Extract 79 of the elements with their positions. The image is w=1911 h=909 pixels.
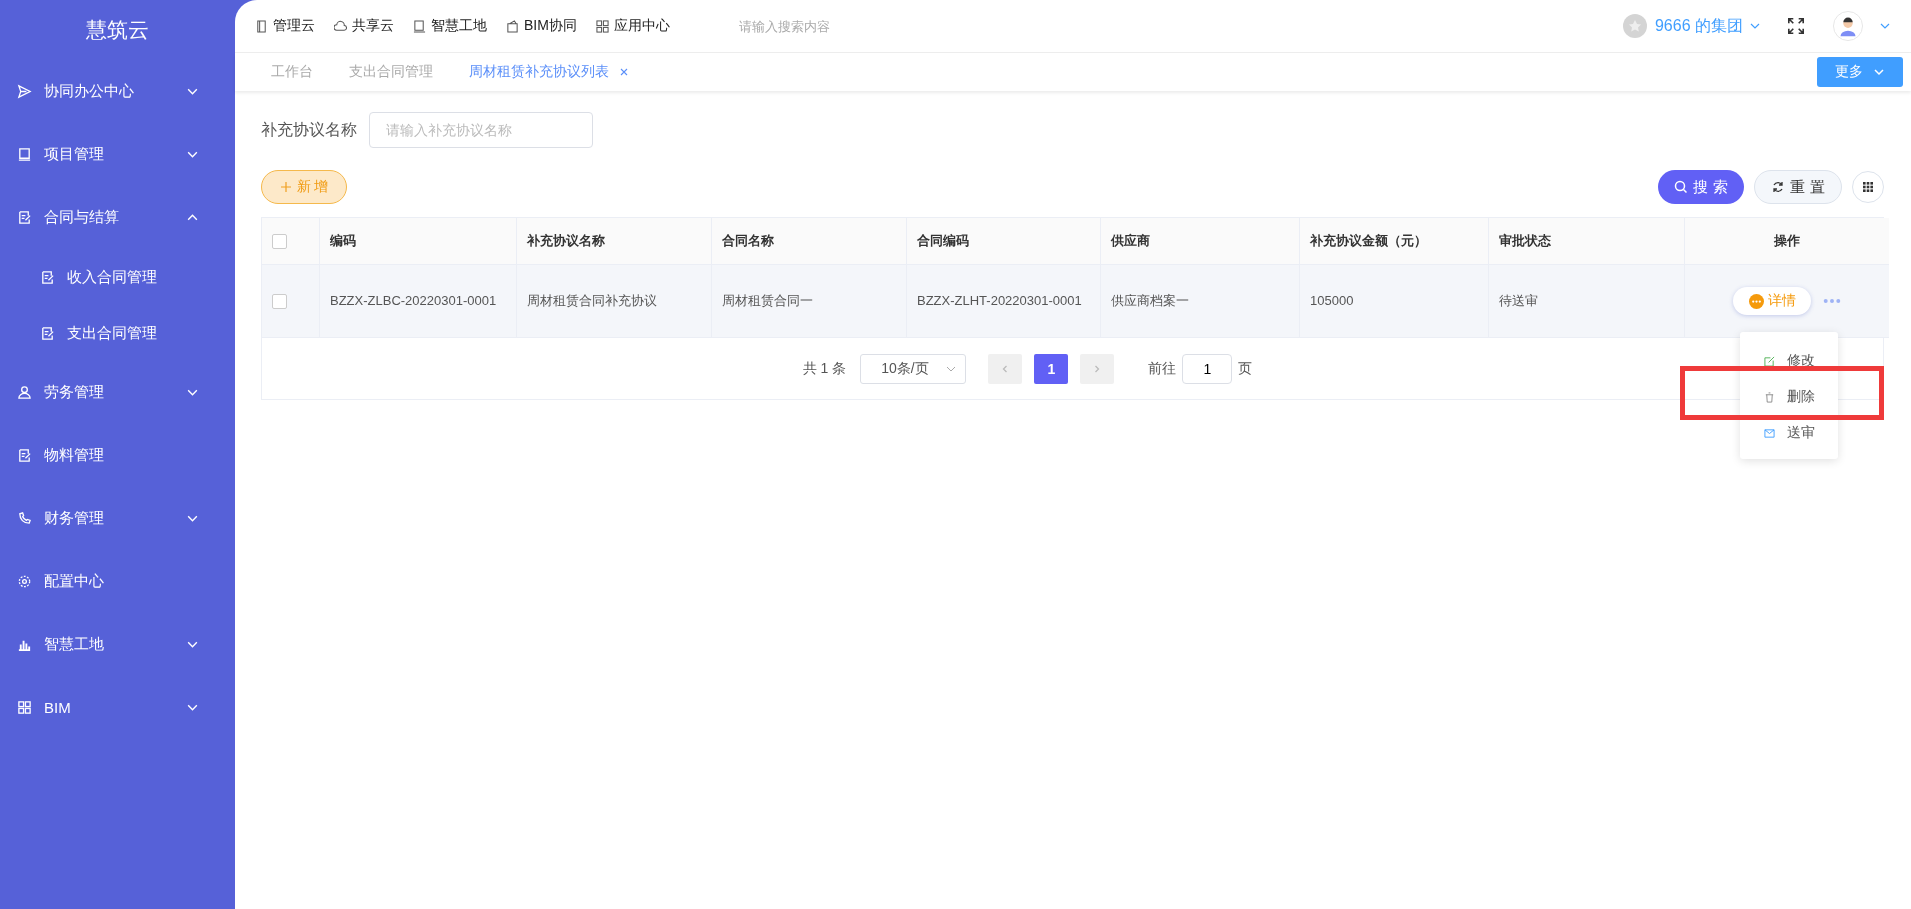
total-count: 共 1 条 (802, 359, 847, 378)
more-button[interactable]: 更多 (1817, 57, 1903, 87)
checkbox[interactable] (272, 234, 287, 250)
sidebar-item[interactable]: 劳务管理 (0, 361, 235, 424)
refresh-icon (1771, 180, 1786, 194)
badge-icon (1622, 14, 1647, 38)
edit-icon (1764, 355, 1775, 367)
sidebar-item[interactable]: 配置中心 (0, 550, 235, 613)
table-cell: BZZX-ZLHT-20220301-0001 (917, 293, 1082, 308)
close-icon[interactable] (619, 67, 629, 77)
column-header: 编码 (330, 233, 356, 248)
sidebar-subitem[interactable]: 收入合同管理 (0, 249, 235, 305)
sidebar-item[interactable]: 项目管理 (0, 123, 235, 186)
document-icon (40, 325, 55, 341)
page-input[interactable]: 1 (1182, 353, 1233, 384)
document-icon (40, 269, 55, 285)
table-cell: 周材租赁合同一 (722, 293, 813, 308)
page-suffix: 页 (1238, 359, 1253, 378)
menu-item[interactable]: 送审 (1740, 415, 1838, 451)
nav-icon (506, 19, 519, 33)
sidebar-item[interactable]: 智慧工地 (0, 613, 235, 676)
column-header: 合同编码 (917, 233, 969, 248)
table-cell: 105000 (1310, 293, 1354, 308)
sidebar-subitem[interactable]: 支出合同管理 (0, 305, 235, 361)
menu-item[interactable]: 删除 (1740, 379, 1838, 415)
input-field[interactable]: 请输入补充协议名称 (369, 112, 593, 148)
sidebar-item[interactable]: 物料管理 (0, 424, 235, 487)
doc-icon (17, 448, 32, 463)
tab[interactable]: 周材租赁补充协议列表 (451, 63, 647, 81)
reset-button[interactable]: 重 置 (1754, 170, 1842, 204)
table-cell: 供应商档案一 (1111, 293, 1189, 308)
nav-link[interactable]: BIM协同 (506, 17, 577, 35)
sidebar-item[interactable]: 协同办公中心 (0, 60, 235, 123)
trash-icon (1764, 391, 1775, 403)
sidebar-item[interactable]: 合同与结算 (0, 186, 235, 249)
avatar-icon[interactable] (1833, 11, 1863, 41)
table-cell: BZZX-ZLBC-20220301-0001 (330, 293, 497, 308)
nav-link[interactable]: 智慧工地 (413, 17, 487, 35)
page-size-select[interactable]: 10条/页 (860, 353, 967, 384)
phone-icon (17, 511, 32, 526)
search-icon (1674, 180, 1689, 194)
page-number[interactable]: 1 (1034, 353, 1069, 384)
checkbox[interactable] (272, 294, 287, 310)
column-header: 供应商 (1111, 233, 1150, 248)
grid-icon (17, 700, 32, 715)
table-cell: 待送审 (1499, 293, 1538, 308)
more-icon[interactable] (1823, 298, 1841, 304)
nav-link[interactable]: 共享云 (334, 17, 394, 35)
column-header: 补充协议金额（元） (1310, 233, 1427, 248)
goto-label: 前往 (1148, 359, 1177, 378)
gear-icon (17, 574, 32, 589)
sidebar-item[interactable]: BIM (0, 676, 235, 739)
more-icon (1748, 293, 1764, 309)
send-icon (1764, 427, 1775, 439)
grid-icon (1862, 181, 1874, 193)
column-header: 操作 (1774, 233, 1800, 248)
column-settings-button[interactable] (1852, 171, 1884, 203)
nav-icon (255, 19, 268, 33)
doc-icon (17, 210, 32, 225)
search-button[interactable]: 搜 索 (1658, 170, 1744, 204)
chevron-icon (1873, 66, 1885, 78)
filter-label: 补充协议名称 (261, 119, 357, 140)
book-icon (17, 147, 32, 162)
org-selector[interactable]: 9666 的集团 (1654, 15, 1761, 37)
plus-icon (279, 181, 292, 193)
sidebar-item[interactable]: 财务管理 (0, 487, 235, 550)
brand-logo: 慧筑云 (85, 17, 150, 43)
nav-icon (334, 19, 347, 33)
column-header: 补充协议名称 (527, 233, 605, 248)
column-header: 审批状态 (1499, 233, 1551, 248)
column-header: 合同名称 (722, 233, 774, 248)
nav-icon (595, 19, 609, 33)
user-icon (17, 385, 32, 400)
nav-link[interactable]: 管理云 (255, 17, 315, 35)
fullscreen-icon[interactable] (1787, 17, 1805, 35)
table-cell: 周材租赁合同补充协议 (527, 293, 657, 308)
nav-icon (413, 19, 426, 33)
nav-link[interactable]: 应用中心 (595, 17, 670, 35)
send-icon (17, 84, 32, 99)
